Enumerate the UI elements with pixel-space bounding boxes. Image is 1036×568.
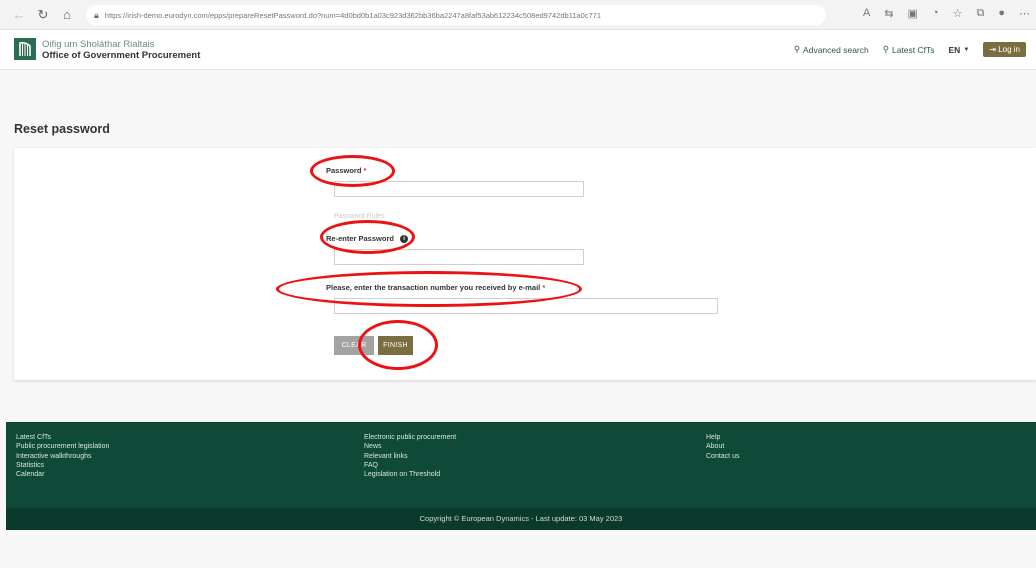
footer-link[interactable]: Latest CfTs: [16, 433, 109, 442]
footer-column-2: Electronic public procurement News Relev…: [364, 433, 456, 479]
address-bar[interactable]: 🔒︎ https://irish-demo.eurodyn.com/epps/p…: [86, 5, 826, 25]
footer-link[interactable]: Contact us: [706, 452, 739, 461]
password-rules-hint[interactable]: Password Rules: [334, 213, 385, 220]
latest-cfts-label: Latest CfTs: [891, 44, 935, 55]
reset-password-form: Password * Password Rules Re-enter Passw…: [14, 148, 1036, 380]
url-text: https://irish-demo.eurodyn.com/epps/prep…: [104, 10, 602, 20]
login-button[interactable]: ⇥ Log in: [983, 42, 1026, 57]
annotation-circle-password: [310, 155, 395, 187]
footer-column-1: Latest CfTs Public procurement legislati…: [16, 433, 109, 479]
search-icon: ⚲: [793, 44, 801, 54]
footer-link[interactable]: Public procurement legislation: [16, 442, 109, 451]
advanced-search-label: Advanced search: [803, 44, 869, 55]
login-label: Log in: [998, 45, 1020, 54]
site-footer: Latest CfTs Public procurement legislati…: [6, 422, 1036, 508]
footer-link[interactable]: About: [706, 442, 739, 451]
org-name-irish: Oifig um Sholáthar Rialtais: [42, 39, 155, 50]
latest-cfts-link[interactable]: ⚲ Latest CfTs: [883, 44, 935, 55]
footer-link[interactable]: Interactive walkthroughs: [16, 452, 109, 461]
favorites-icon[interactable]: ☆: [953, 7, 963, 20]
annotation-circle-finish: [358, 320, 438, 370]
copyright-bar: Copyright © European Dynamics - Last upd…: [6, 508, 1036, 530]
footer-link[interactable]: Statistics: [16, 461, 109, 470]
page-title: Reset password: [14, 122, 110, 136]
browser-extension-icons: A ⇆ ▣ ◔ ☆ ⧉ ● ⋯: [863, 7, 1030, 20]
footer-link[interactable]: Legislation on Threshold: [364, 470, 456, 479]
back-icon[interactable]: ←: [8, 7, 30, 22]
refresh-icon[interactable]: ↻: [32, 7, 54, 23]
search-icon: ⚲: [882, 44, 889, 54]
translate-icon[interactable]: ⇆: [884, 7, 893, 20]
footer-link[interactable]: FAQ: [364, 461, 456, 470]
extension-icon[interactable]: ▣: [908, 7, 918, 20]
collections-icon[interactable]: ⧉: [976, 7, 984, 20]
footer-link[interactable]: Relevant links: [364, 452, 456, 461]
annotation-circle-reenter: [320, 220, 415, 254]
language-label: EN: [948, 44, 961, 55]
footer-column-3: Help About Contact us: [706, 433, 739, 461]
footer-link[interactable]: News: [364, 442, 456, 451]
more-icon[interactable]: ⋯: [1019, 7, 1030, 20]
footer-link[interactable]: Calendar: [16, 470, 109, 479]
profile-icon[interactable]: ●: [998, 7, 1005, 20]
browser-toolbar: ← ↻ ⌂ 🔒︎ https://irish-demo.eurodyn.com/…: [0, 0, 1036, 30]
lock-icon: 🔒︎: [94, 9, 99, 20]
chevron-down-icon: ▼: [963, 46, 970, 53]
read-aloud-icon[interactable]: A: [863, 7, 870, 20]
organisation-name[interactable]: Oifig um Sholáthar Rialtais Office of Go…: [42, 39, 200, 61]
login-icon: ⇥: [989, 45, 996, 54]
footer-link[interactable]: Electronic public procurement: [364, 433, 456, 442]
home-icon[interactable]: ⌂: [56, 7, 78, 22]
org-name-english: Office of Government Procurement: [42, 50, 201, 61]
language-selector[interactable]: EN ▼: [949, 45, 970, 55]
advanced-search-link[interactable]: ⚲ Advanced search: [794, 44, 869, 55]
site-header: Oifig um Sholáthar Rialtais Office of Go…: [0, 30, 1036, 70]
sync-icon[interactable]: ◔: [932, 7, 939, 20]
footer-link[interactable]: Help: [706, 433, 739, 442]
header-links: ⚲ Advanced search ⚲ Latest CfTs EN ▼ ⇥ L…: [794, 42, 1026, 57]
annotation-circle-transaction: [276, 271, 582, 307]
harp-logo-icon[interactable]: [14, 38, 36, 60]
